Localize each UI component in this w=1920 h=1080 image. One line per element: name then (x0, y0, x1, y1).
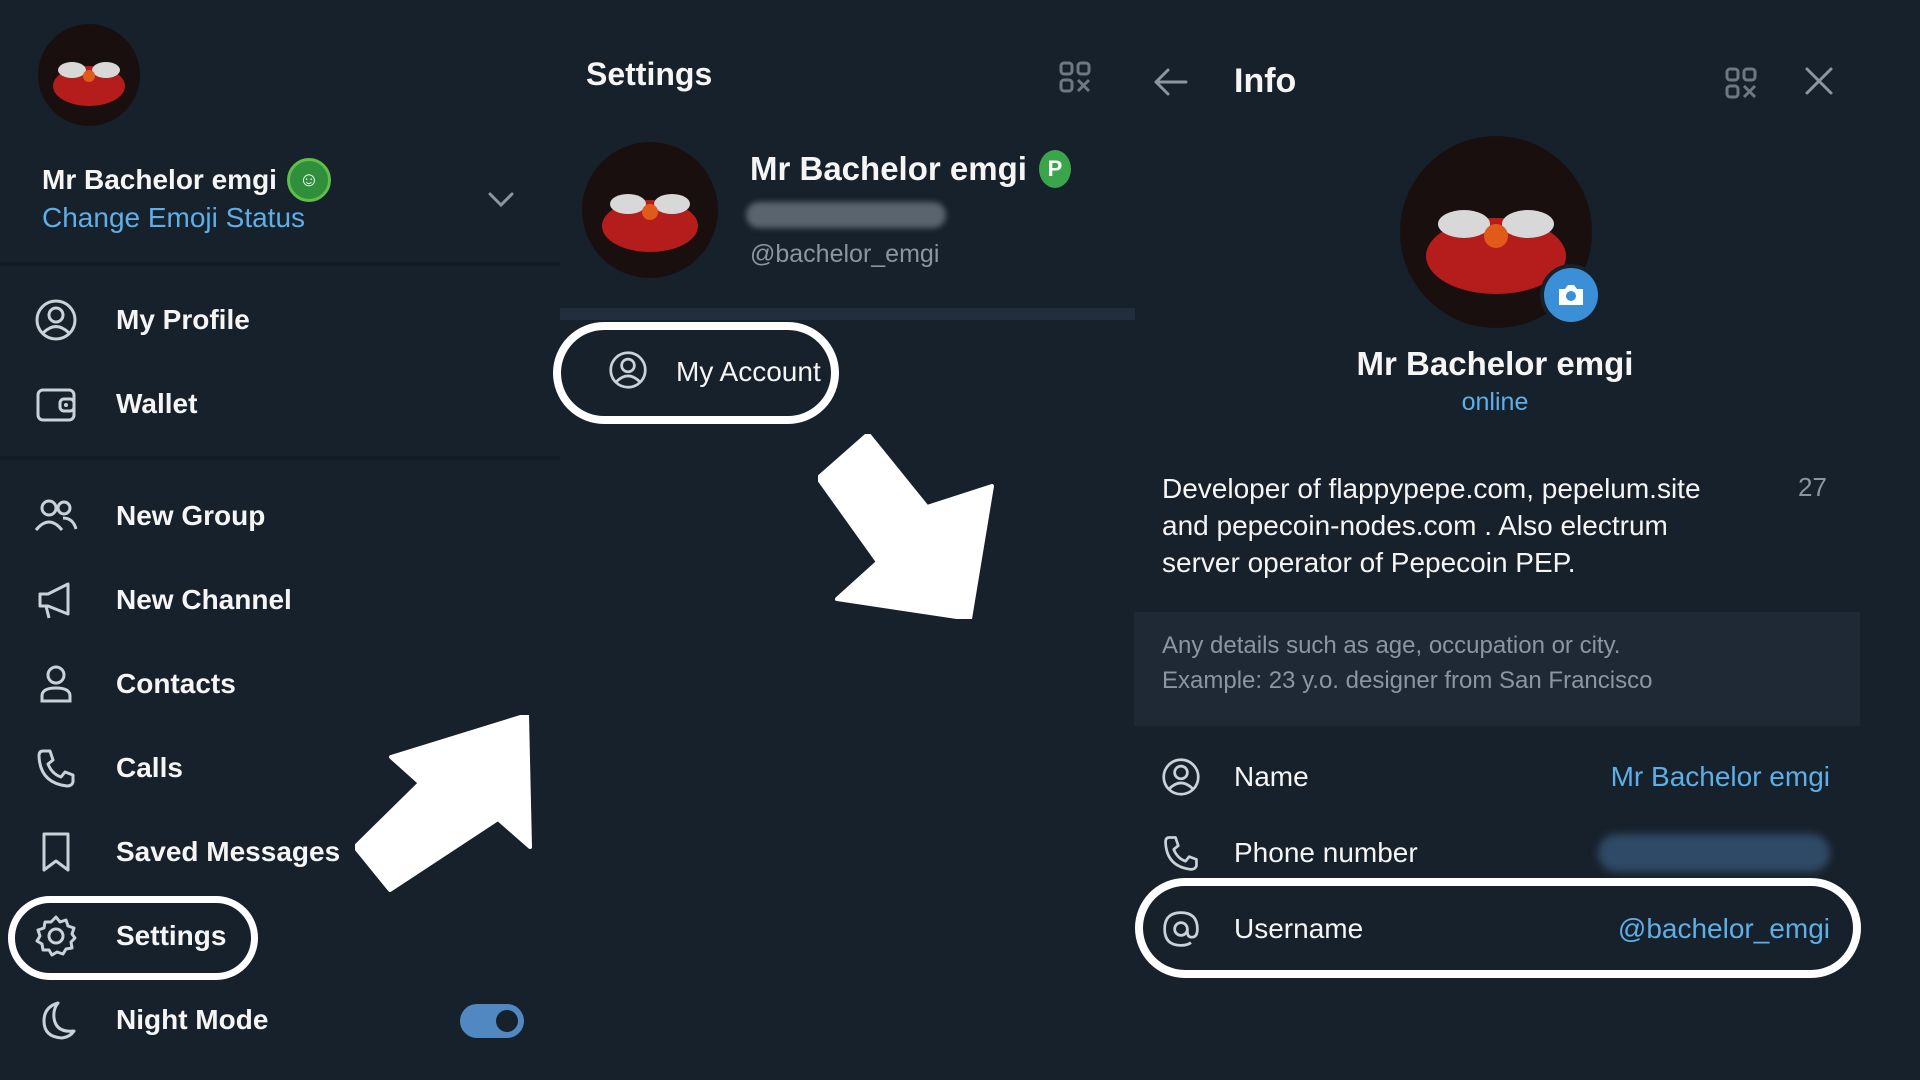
menu-item-label: My Profile (116, 304, 250, 335)
redacted-phone (746, 202, 946, 228)
name-row[interactable]: Name Mr Bachelor emgi (1160, 746, 1830, 808)
divider (0, 262, 560, 266)
name-value: Mr Bachelor emgi (1610, 761, 1830, 792)
megaphone-icon (30, 574, 82, 626)
phone-icon (1160, 832, 1202, 874)
my-account-highlight-annotation (553, 322, 839, 424)
menu-item-my-profile[interactable]: My Profile (30, 290, 550, 350)
group-icon (30, 490, 82, 542)
settings-title: Settings (586, 56, 713, 92)
night-mode-toggle[interactable] (460, 1004, 524, 1038)
divider (0, 456, 560, 460)
bio-char-count: 27 (1798, 472, 1827, 502)
phone-row[interactable]: Phone number (1160, 822, 1830, 884)
back-arrow-icon[interactable] (1150, 62, 1190, 102)
bio-text[interactable]: Developer of flappypepe.com, pepelum.sit… (1162, 470, 1722, 581)
hint-line: Any details such as age, occupation or c… (1162, 632, 1621, 659)
contact-icon (30, 658, 82, 710)
avatar[interactable] (38, 24, 140, 126)
menu-item-label: Calls (116, 752, 183, 783)
change-emoji-status-link[interactable]: Change Emoji Status (42, 202, 305, 234)
divider (560, 308, 1135, 320)
menu-item-contacts[interactable]: Contacts (30, 654, 550, 714)
menu-item-label: Night Mode (116, 1004, 269, 1035)
phone-icon (30, 742, 82, 794)
menu-item-label: New Group (116, 500, 266, 531)
menu-item-new-group[interactable]: New Group (30, 486, 550, 546)
profile-icon (30, 294, 82, 346)
pepe-emoji-icon[interactable]: ☺ (286, 158, 331, 202)
close-icon[interactable] (1802, 64, 1836, 98)
name-label: Name (1234, 761, 1309, 792)
profile-icon (1160, 756, 1202, 798)
menu-item-label: New Channel (116, 584, 292, 615)
camera-icon (1559, 285, 1583, 305)
qr-code-icon[interactable] (1058, 60, 1092, 94)
bio-hint-box: Any details such as age, occupation or c… (1134, 612, 1860, 726)
moon-icon (30, 994, 82, 1046)
bookmark-icon (30, 826, 82, 878)
change-photo-button[interactable] (1540, 264, 1602, 326)
settings-highlight-annotation (8, 896, 258, 980)
menu-item-label: Wallet (116, 388, 198, 419)
online-status: online (1461, 388, 1529, 416)
avatar[interactable] (582, 142, 718, 278)
redacted-phone (1598, 834, 1830, 872)
username-highlight-annotation (1135, 878, 1861, 978)
qr-code-icon[interactable] (1724, 66, 1758, 100)
hint-line: Example: 23 y.o. designer from San Franc… (1162, 667, 1653, 694)
profile-username: @bachelor_emgi (750, 240, 940, 268)
wallet-icon (30, 378, 82, 430)
pepecoin-badge-icon[interactable]: P (1038, 150, 1071, 188)
phone-label: Phone number (1234, 837, 1418, 868)
chevron-down-icon[interactable] (486, 184, 516, 214)
arrow-down-right-annotation (818, 434, 994, 619)
info-user-name: Mr Bachelor emgi (1356, 345, 1634, 382)
main-menu-sidebar: Mr Bachelor emgi ☺ Change Emoji Status M… (0, 0, 560, 1080)
menu-item-label: Contacts (116, 668, 236, 699)
user-name: Mr Bachelor emgi (42, 164, 277, 195)
menu-item-wallet[interactable]: Wallet (30, 374, 550, 434)
arrow-up-right-annotation (355, 715, 532, 892)
profile-name: Mr Bachelor emgi (750, 150, 1027, 187)
info-title: Info (1234, 62, 1297, 100)
menu-item-new-channel[interactable]: New Channel (30, 570, 550, 630)
menu-item-label: Saved Messages (116, 836, 341, 867)
